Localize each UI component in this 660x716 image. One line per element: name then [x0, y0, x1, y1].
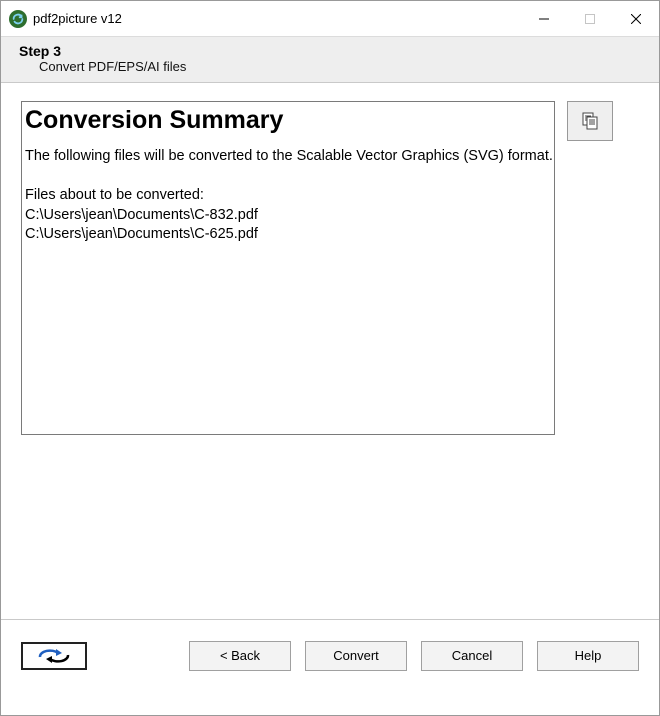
step-subtitle: Convert PDF/EPS/AI files: [39, 59, 641, 74]
app-icon: [9, 10, 27, 28]
summary-title: Conversion Summary: [25, 106, 554, 135]
help-button[interactable]: Help: [537, 641, 639, 671]
refresh-icon: [34, 647, 74, 665]
window-title: pdf2picture v12: [33, 11, 122, 26]
maximize-button: [567, 3, 613, 35]
step-header: Step 3 Convert PDF/EPS/AI files: [1, 37, 659, 83]
refresh-button[interactable]: [21, 642, 87, 670]
summary-text: The following files will be converted to…: [25, 147, 554, 245]
footer: < Back Convert Cancel Help: [1, 619, 659, 691]
copy-icon: [580, 111, 600, 131]
copy-button[interactable]: [567, 101, 613, 141]
minimize-button[interactable]: [521, 3, 567, 35]
convert-button[interactable]: Convert: [305, 641, 407, 671]
content-area: Conversion Summary The following files w…: [1, 83, 659, 619]
back-button[interactable]: < Back: [189, 641, 291, 671]
summary-box: Conversion Summary The following files w…: [21, 101, 555, 435]
titlebar: pdf2picture v12: [1, 1, 659, 37]
step-label: Step 3: [19, 43, 641, 59]
close-button[interactable]: [613, 3, 659, 35]
cancel-button[interactable]: Cancel: [421, 641, 523, 671]
